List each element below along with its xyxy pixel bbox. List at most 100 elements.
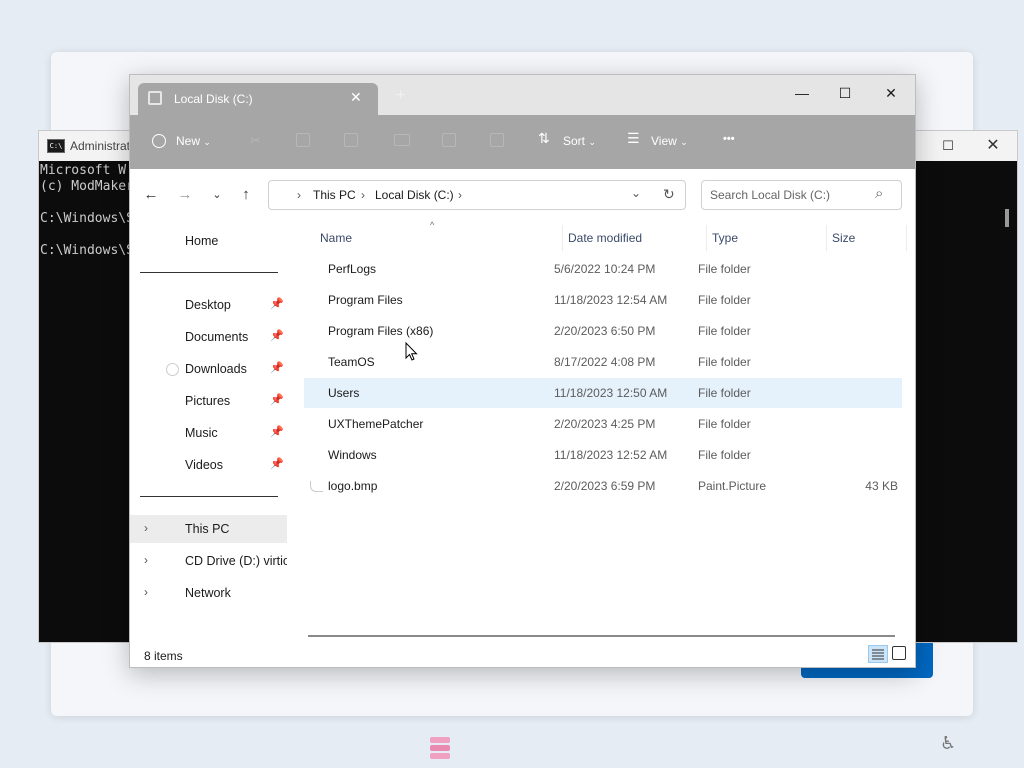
- paste-icon[interactable]: [344, 133, 358, 147]
- sidebar-item-label: Downloads: [185, 362, 247, 376]
- column-divider[interactable]: [562, 225, 563, 251]
- chevron-down-icon: ⌄: [203, 137, 211, 147]
- file-type: File folder: [698, 417, 751, 431]
- file-icon: [310, 481, 323, 492]
- breadcrumb-this-pc[interactable]: This PC: [313, 188, 356, 202]
- sidebar-item-videos[interactable]: Videos 📌: [130, 451, 287, 479]
- file-row[interactable]: Windows 11/18/2023 12:52 AM File folder: [304, 440, 902, 470]
- large-icons-view-icon[interactable]: [892, 646, 906, 660]
- file-row-selected[interactable]: Users 11/18/2023 12:50 AM File folder: [304, 378, 902, 408]
- maximize-button[interactable]: ☐: [822, 79, 868, 107]
- drive-icon: [148, 91, 162, 105]
- recent-chevron-icon[interactable]: ⌄: [204, 181, 230, 209]
- file-explorer-window: Local Disk (C:) ✕ + — ☐ ✕ New ⌄ ✂ ⇅ Sort…: [129, 74, 916, 668]
- details-view-icon[interactable]: [868, 645, 888, 663]
- sort-icon: ⇅: [538, 130, 550, 146]
- sidebar-item-label: Videos: [185, 458, 223, 472]
- chevron-down-icon: ⌄: [588, 137, 596, 147]
- pin-icon: 📌: [270, 330, 284, 342]
- file-name: Program Files: [328, 293, 403, 307]
- file-row[interactable]: Program Files 11/18/2023 12:54 AM File fol…: [304, 285, 902, 315]
- column-header-name[interactable]: Name: [320, 231, 352, 245]
- title-bar: Local Disk (C:) ✕ + — ☐ ✕: [130, 75, 915, 115]
- file-name: UXThemePatcher: [328, 417, 424, 431]
- sidebar-item-cd-drive[interactable]: › CD Drive (D:) virtio-: [130, 547, 287, 575]
- search-icon[interactable]: ⌕: [875, 185, 883, 202]
- sidebar-item-music[interactable]: Music 📌: [130, 419, 287, 447]
- address-bar[interactable]: › This PC › Local Disk (C:) › ⌄ ↻: [268, 180, 686, 210]
- command-bar: New ⌄ ✂ ⇅ Sort ⌄ ☰ View ⌄ •••: [130, 115, 915, 169]
- file-name: logo.bmp: [328, 479, 378, 493]
- cmd-close-button[interactable]: ✕: [983, 136, 1003, 156]
- new-label: New: [176, 134, 201, 148]
- file-date: 11/18/2023 12:54 AM: [554, 293, 668, 307]
- file-date: 2/20/2023 6:59 PM: [554, 479, 656, 493]
- pin-icon: 📌: [270, 362, 284, 374]
- file-type: File folder: [698, 448, 751, 462]
- refresh-icon[interactable]: ↻: [663, 186, 675, 203]
- tab-close-icon[interactable]: ✕: [350, 89, 362, 106]
- sidebar-item-desktop[interactable]: Desktop 📌: [130, 291, 287, 319]
- sidebar-item-network[interactable]: › Network: [130, 579, 287, 607]
- file-row[interactable]: logo.bmp 2/20/2023 6:59 PM Paint.Picture 43…: [304, 471, 902, 501]
- sort-button[interactable]: Sort ⌄: [563, 134, 596, 148]
- file-row[interactable]: PerfLogs 5/6/2022 10:24 PM File folder: [304, 254, 902, 284]
- delete-icon[interactable]: [490, 133, 504, 147]
- column-divider[interactable]: [906, 225, 907, 251]
- expand-chevron-icon[interactable]: ›: [144, 553, 148, 567]
- sidebar-item-downloads[interactable]: Downloads 📌: [130, 355, 287, 383]
- search-placeholder: Search Local Disk (C:): [710, 188, 831, 202]
- sidebar-item-home[interactable]: Home: [130, 227, 287, 255]
- cmd-line: (c) ModMaker: [40, 179, 134, 194]
- file-name: Program Files (x86): [328, 324, 434, 338]
- file-row[interactable]: UXThemePatcher 2/20/2023 4:25 PM File fold…: [304, 409, 902, 439]
- cmd-scrollbar-thumb[interactable]: [1005, 209, 1009, 227]
- horizontal-scrollbar[interactable]: [308, 635, 895, 637]
- expand-chevron-icon[interactable]: ›: [144, 521, 148, 535]
- forward-arrow-icon[interactable]: →: [172, 181, 198, 209]
- tab-local-disk[interactable]: Local Disk (C:) ✕: [138, 83, 378, 115]
- rename-icon[interactable]: [394, 134, 410, 146]
- sidebar-divider: [140, 496, 278, 497]
- breadcrumb-local-disk[interactable]: Local Disk (C:): [375, 188, 454, 202]
- file-type: Paint.Picture: [698, 479, 767, 493]
- accessibility-icon[interactable]: ♿: [940, 733, 956, 754]
- search-box[interactable]: Search Local Disk (C:) ⌕: [701, 180, 902, 210]
- cmd-maximize-button[interactable]: ☐: [939, 137, 957, 155]
- new-icon: [152, 134, 166, 148]
- file-row[interactable]: TeamOS 8/17/2022 4:08 PM File folder: [304, 347, 902, 377]
- column-divider[interactable]: [826, 225, 827, 251]
- expand-chevron-icon[interactable]: ›: [144, 585, 148, 599]
- cmd-line: C:\Windows\S: [40, 243, 134, 258]
- column-header-size[interactable]: Size: [832, 231, 855, 245]
- breadcrumb-chevron-icon: ›: [361, 188, 365, 202]
- column-divider[interactable]: [706, 225, 707, 251]
- new-tab-button[interactable]: +: [396, 87, 405, 105]
- up-arrow-icon[interactable]: ↑: [233, 181, 259, 209]
- address-history-chevron-icon[interactable]: ⌄: [631, 186, 641, 200]
- view-button[interactable]: View ⌄: [651, 134, 688, 148]
- sidebar-item-label: Music: [185, 426, 218, 440]
- column-header-date[interactable]: Date modified: [568, 231, 642, 245]
- share-icon[interactable]: [442, 133, 456, 147]
- file-row[interactable]: Program Files (x86) 2/20/2023 6:50 PM File…: [304, 316, 902, 346]
- copy-icon[interactable]: [296, 133, 310, 147]
- back-arrow-icon[interactable]: ←: [138, 181, 164, 209]
- close-button[interactable]: ✕: [868, 79, 914, 107]
- minimize-button[interactable]: —: [779, 79, 825, 107]
- breadcrumb-chevron-icon: ›: [297, 188, 301, 202]
- sidebar-item-label: Network: [185, 586, 231, 600]
- column-header-type[interactable]: Type: [712, 231, 738, 245]
- sidebar-item-pictures[interactable]: Pictures 📌: [130, 387, 287, 415]
- file-date: 2/20/2023 6:50 PM: [554, 324, 656, 338]
- cut-icon[interactable]: ✂: [250, 133, 264, 148]
- file-type: File folder: [698, 324, 751, 338]
- sidebar-item-label: Pictures: [185, 394, 231, 408]
- cmd-window-title: Administrat: [70, 139, 131, 153]
- file-date: 11/18/2023 12:52 AM: [554, 448, 668, 462]
- sidebar-item-this-pc[interactable]: › This PC: [130, 515, 287, 543]
- new-button[interactable]: New ⌄: [176, 134, 211, 148]
- more-options-button[interactable]: •••: [723, 133, 735, 145]
- cmd-line: Microsoft W: [40, 163, 127, 178]
- sidebar-item-documents[interactable]: Documents 📌: [130, 323, 287, 351]
